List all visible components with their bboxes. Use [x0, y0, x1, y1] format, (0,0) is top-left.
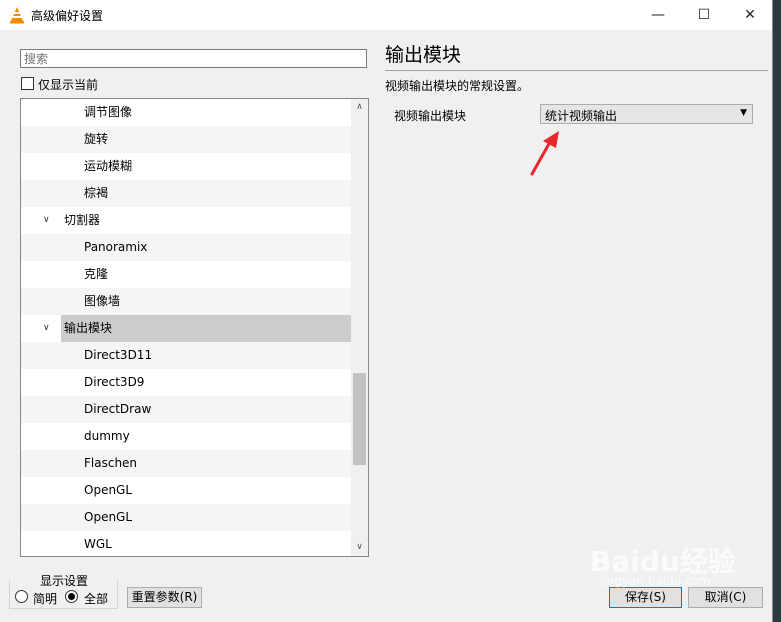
all-label: 全部 — [84, 592, 109, 606]
tree-item-label: 切割器 — [64, 213, 101, 227]
tree-scrollbar[interactable]: ∧ ∨ — [351, 99, 368, 556]
cancel-button[interactable]: 取消(C) — [688, 587, 763, 608]
show-current-label: 仅显示当前 — [38, 78, 99, 92]
tree-item[interactable]: Direct3D9 — [21, 369, 352, 396]
display-settings-label: 显示设置 — [38, 572, 91, 589]
search-input[interactable] — [21, 50, 366, 67]
tree-item[interactable]: dummy — [21, 423, 352, 450]
tree-item-label: 输出模块 — [64, 321, 113, 335]
tree-item-label: 图像墙 — [84, 294, 121, 308]
vlc-cone-icon — [10, 7, 24, 24]
show-current-checkbox[interactable] — [21, 77, 34, 90]
window-title: 高级偏好设置 — [31, 9, 104, 23]
tree-item[interactable]: 旋转 — [21, 126, 352, 153]
tree-item-label: WGL — [84, 537, 112, 551]
minimize-icon: — — [651, 7, 665, 23]
tree-item-label: 旋转 — [84, 132, 109, 146]
category-tree[interactable]: 调节图像 旋转 运动模糊 棕褐 ∨ 切割器 Panoramix 克隆 图像墙 ∨ … — [20, 98, 369, 557]
tree-group-filter[interactable]: ∨ 切割器 — [21, 207, 352, 234]
section-description: 视频输出模块的常规设置。 — [385, 79, 530, 93]
dropdown-arrow-icon[interactable]: ▼ — [740, 108, 747, 118]
annotation-arrow-icon — [530, 131, 559, 176]
maximize-button[interactable]: ☐ — [681, 0, 727, 30]
close-button[interactable]: ✕ — [727, 0, 773, 30]
scroll-up-icon[interactable]: ∧ — [351, 99, 368, 116]
tree-item-label: Panoramix — [84, 240, 148, 254]
chevron-down-icon[interactable]: ∨ — [43, 315, 50, 342]
tree-item-label: OpenGL — [84, 483, 133, 497]
tree-item-label: 调节图像 — [84, 105, 133, 119]
tree-item[interactable]: 运动模糊 — [21, 153, 352, 180]
tree-item[interactable]: DirectDraw — [21, 396, 352, 423]
tree-item[interactable]: Panoramix — [21, 234, 352, 261]
select-value: 统计视频输出 — [545, 109, 618, 123]
tree-item-label: 棕褐 — [84, 186, 109, 200]
title-bar[interactable]: 高级偏好设置 — ☐ ✕ — [0, 0, 772, 30]
scrollbar-thumb[interactable] — [353, 373, 366, 465]
tree-item[interactable]: 图像墙 — [21, 288, 352, 315]
tree-item-label: dummy — [84, 429, 130, 443]
tree-item-label: DirectDraw — [84, 402, 152, 416]
all-radio[interactable] — [65, 590, 78, 603]
maximize-icon: ☐ — [697, 7, 711, 23]
tree-item-label: Direct3D11 — [84, 348, 153, 362]
simple-radio[interactable] — [15, 590, 28, 603]
video-output-module-select[interactable]: 统计视频输出 ▼ — [540, 104, 753, 124]
watermark-url: jingyan.baidu.com — [600, 574, 711, 588]
tree-item[interactable]: WGL — [21, 531, 352, 556]
simple-label: 简明 — [33, 592, 58, 606]
scroll-down-icon[interactable]: ∨ — [351, 539, 368, 556]
tree-item[interactable]: OpenGL — [21, 504, 352, 531]
tree-item-label: 运动模糊 — [84, 159, 133, 173]
tree-item[interactable]: 棕褐 — [21, 180, 352, 207]
tree-item[interactable]: OpenGL — [21, 477, 352, 504]
page-title: 输出模块 — [385, 44, 462, 66]
video-output-module-label: 视频输出模块 — [394, 109, 467, 123]
minimize-button[interactable]: — — [635, 0, 681, 30]
divider — [385, 70, 768, 71]
close-icon: ✕ — [744, 7, 756, 23]
tree-item-label: 克隆 — [84, 267, 109, 281]
search-box[interactable] — [20, 49, 367, 68]
tree-item[interactable]: Direct3D11 — [21, 342, 352, 369]
save-button[interactable]: 保存(S) — [609, 587, 682, 608]
tree-item-label: Flaschen — [84, 456, 138, 470]
tree-item[interactable]: Flaschen — [21, 450, 352, 477]
preferences-window: 高级偏好设置 — ☐ ✕ 仅显示当前 调节图像 旋转 运动模糊 棕褐 ∨ 切割器 … — [0, 0, 773, 622]
tree-item[interactable]: 调节图像 — [21, 99, 352, 126]
tree-group-output[interactable]: ∨ 输出模块 — [21, 315, 352, 342]
tree-item-label: OpenGL — [84, 510, 133, 524]
reset-preferences-button[interactable]: 重置参数(R) — [127, 587, 202, 608]
tree-item-label: Direct3D9 — [84, 375, 145, 389]
chevron-down-icon[interactable]: ∨ — [43, 207, 50, 234]
tree-item[interactable]: 克隆 — [21, 261, 352, 288]
